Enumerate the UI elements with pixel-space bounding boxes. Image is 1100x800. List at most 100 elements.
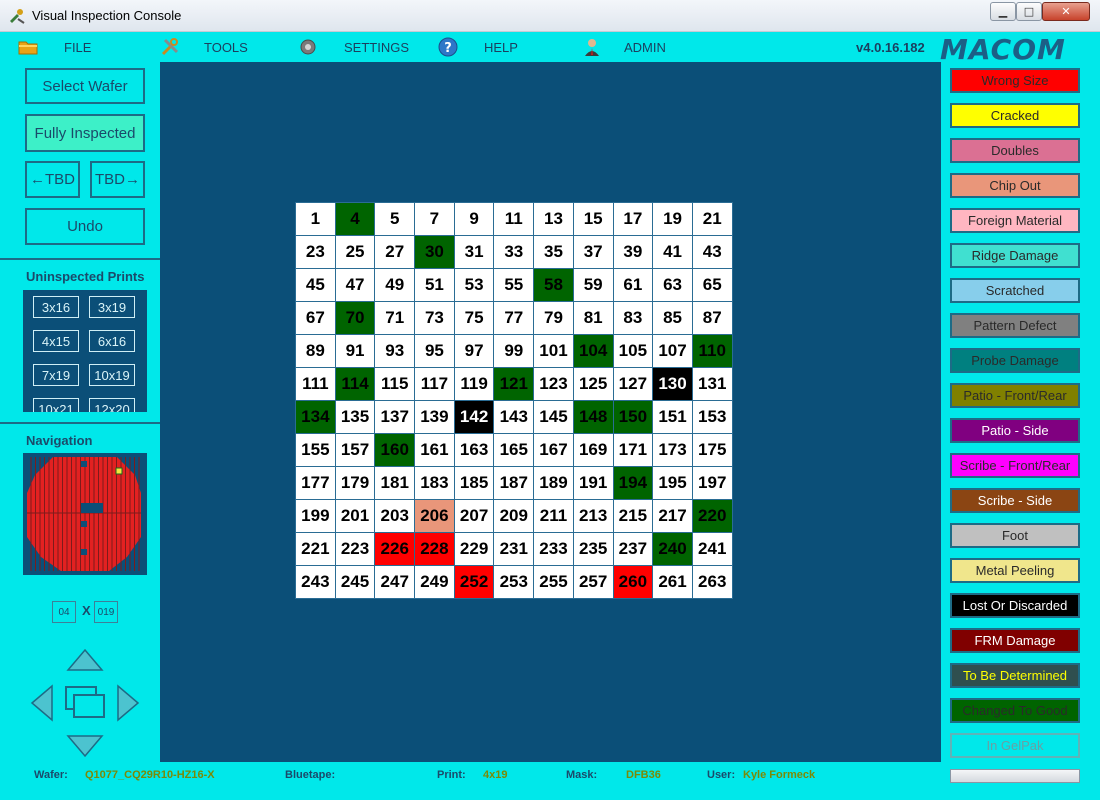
- arrow-right-icon[interactable]: [117, 684, 140, 722]
- die-cell[interactable]: 249: [414, 565, 455, 599]
- legend-button-probe-damage[interactable]: Probe Damage: [950, 348, 1080, 373]
- die-cell[interactable]: 161: [414, 433, 455, 467]
- legend-button-chip-out[interactable]: Chip Out: [950, 173, 1080, 198]
- die-cell[interactable]: 169: [572, 433, 614, 467]
- die-cell[interactable]: 9: [453, 202, 495, 236]
- die-cell[interactable]: 245: [334, 565, 376, 599]
- die-cell[interactable]: 153: [691, 400, 733, 434]
- arrow-left-icon[interactable]: [30, 684, 53, 722]
- die-cell[interactable]: 135: [334, 400, 376, 434]
- die-cell[interactable]: 121: [493, 367, 535, 401]
- die-cell[interactable]: 163: [453, 433, 495, 467]
- die-cell[interactable]: 35: [533, 235, 574, 269]
- die-cell[interactable]: 228: [414, 532, 455, 566]
- die-cell[interactable]: 93: [374, 334, 416, 368]
- undo-button[interactable]: Undo: [25, 208, 145, 245]
- die-cell[interactable]: 206: [414, 499, 455, 533]
- die-cell[interactable]: 155: [295, 433, 336, 467]
- die-cell[interactable]: 157: [334, 433, 376, 467]
- die-cell[interactable]: 131: [691, 367, 733, 401]
- die-cell[interactable]: 119: [453, 367, 495, 401]
- die-cell[interactable]: 195: [652, 466, 693, 500]
- die-cell[interactable]: 114: [334, 367, 376, 401]
- die-cell[interactable]: 125: [572, 367, 614, 401]
- die-cell[interactable]: 51: [414, 268, 455, 302]
- arrow-down-icon[interactable]: [66, 735, 104, 758]
- legend-button-scribe-front-rear[interactable]: Scribe - Front/Rear: [950, 453, 1080, 478]
- die-cell[interactable]: 25: [334, 235, 376, 269]
- die-cell[interactable]: 241: [691, 532, 733, 566]
- die-cell[interactable]: 203: [374, 499, 416, 533]
- die-cell[interactable]: 253: [493, 565, 535, 599]
- die-cell[interactable]: 187: [493, 466, 535, 500]
- print-button[interactable]: 6x16: [89, 330, 135, 352]
- die-cell[interactable]: 7: [414, 202, 455, 236]
- die-cell[interactable]: 233: [533, 532, 574, 566]
- legend-button-scratched[interactable]: Scratched: [950, 278, 1080, 303]
- die-cell[interactable]: 23: [295, 235, 336, 269]
- legend-button-doubles[interactable]: Doubles: [950, 138, 1080, 163]
- die-cell[interactable]: 5: [374, 202, 416, 236]
- die-cell[interactable]: 39: [612, 235, 654, 269]
- print-button[interactable]: 12x20: [89, 398, 135, 412]
- die-cell[interactable]: 110: [691, 334, 733, 368]
- legend-button-patio-front-rear[interactable]: Patio - Front/Rear: [950, 383, 1080, 408]
- menu-tools[interactable]: TOOLS: [160, 32, 248, 62]
- die-cell[interactable]: 13: [533, 202, 574, 236]
- die-cell[interactable]: 127: [612, 367, 654, 401]
- die-cell[interactable]: 71: [374, 301, 416, 335]
- legend-button-frm-damage[interactable]: FRM Damage: [950, 628, 1080, 653]
- close-button[interactable]: ✕: [1042, 2, 1090, 21]
- die-cell[interactable]: 263: [691, 565, 733, 599]
- fully-inspected-button[interactable]: Fully Inspected: [25, 114, 145, 152]
- legend-button-pattern-defect[interactable]: Pattern Defect: [950, 313, 1080, 338]
- die-cell[interactable]: 235: [572, 532, 614, 566]
- die-cell[interactable]: 27: [374, 235, 416, 269]
- maximize-button[interactable]: □: [1016, 2, 1042, 21]
- die-cell[interactable]: 207: [453, 499, 495, 533]
- die-cell[interactable]: 134: [295, 400, 336, 434]
- die-cell[interactable]: 59: [572, 268, 614, 302]
- die-cell[interactable]: 243: [295, 565, 336, 599]
- wafer-navigation-map[interactable]: [23, 453, 147, 575]
- die-cell[interactable]: 137: [374, 400, 416, 434]
- die-cell[interactable]: 261: [652, 565, 693, 599]
- die-cell[interactable]: 81: [572, 301, 614, 335]
- die-cell[interactable]: 145: [533, 400, 574, 434]
- legend-button-wrong-size[interactable]: Wrong Size: [950, 68, 1080, 93]
- legend-button-patio-side[interactable]: Patio - Side: [950, 418, 1080, 443]
- print-button[interactable]: 10x21: [33, 398, 79, 412]
- die-cell[interactable]: 173: [652, 433, 693, 467]
- select-wafer-button[interactable]: Select Wafer: [25, 68, 145, 104]
- die-cell[interactable]: 237: [612, 532, 654, 566]
- die-cell[interactable]: 89: [295, 334, 336, 368]
- die-cell[interactable]: 49: [374, 268, 416, 302]
- legend-button-changed-to-good[interactable]: Changed To Good: [950, 698, 1080, 723]
- die-cell[interactable]: 105: [612, 334, 654, 368]
- die-cell[interactable]: 77: [493, 301, 535, 335]
- die-cell[interactable]: 211: [533, 499, 574, 533]
- legend-button-foreign-material[interactable]: Foreign Material: [950, 208, 1080, 233]
- menu-settings[interactable]: SETTINGS: [298, 32, 409, 62]
- die-cell[interactable]: 95: [414, 334, 455, 368]
- print-button[interactable]: 3x16: [33, 296, 79, 318]
- die-cell[interactable]: 185: [453, 466, 495, 500]
- die-cell[interactable]: 215: [612, 499, 654, 533]
- die-cell[interactable]: 101: [533, 334, 574, 368]
- die-cell[interactable]: 177: [295, 466, 336, 500]
- die-cell[interactable]: 58: [533, 268, 574, 302]
- die-cell[interactable]: 53: [453, 268, 495, 302]
- die-cell[interactable]: 37: [572, 235, 614, 269]
- die-cell[interactable]: 17: [612, 202, 654, 236]
- die-cell[interactable]: 55: [493, 268, 535, 302]
- legend-button-scribe-side[interactable]: Scribe - Side: [950, 488, 1080, 513]
- die-cell[interactable]: 247: [374, 565, 416, 599]
- die-cell[interactable]: 255: [533, 565, 574, 599]
- die-cell[interactable]: 252: [453, 565, 495, 599]
- die-cell[interactable]: 226: [374, 532, 416, 566]
- die-cell[interactable]: 97: [453, 334, 495, 368]
- uninspected-prints-list[interactable]: 3x16 3x19 4x15 6x16 7x19 10x19 10x21 12x…: [23, 290, 147, 412]
- die-cell[interactable]: 73: [414, 301, 455, 335]
- die-cell[interactable]: 191: [572, 466, 614, 500]
- next-tbd-button[interactable]: TBD→: [90, 161, 145, 198]
